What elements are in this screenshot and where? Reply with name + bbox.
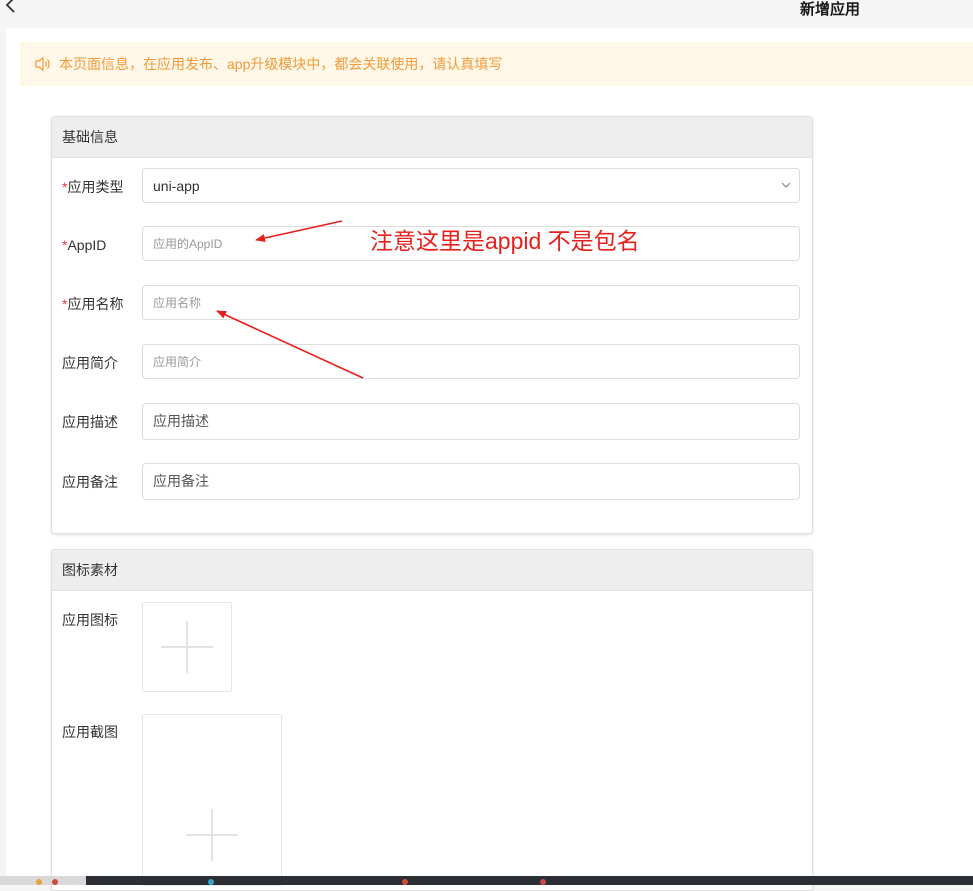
app-intro-input[interactable] — [143, 345, 783, 378]
taskbar-app-icon[interactable] — [402, 879, 408, 885]
notice-text: 本页面信息，在应用发布、app升级模块中，都会关联使用，请认真填写 — [59, 56, 503, 72]
chevron-down-icon — [781, 182, 791, 188]
plus-icon — [161, 621, 213, 673]
app-desc-input[interactable] — [143, 404, 783, 439]
app-intro-row: 应用简介 — [52, 344, 812, 382]
app-name-label: *应用名称 — [62, 296, 124, 312]
app-type-value: uni-app — [153, 178, 200, 194]
app-type-row: *应用类型 uni-app — [52, 168, 812, 206]
app-name-row: *应用名称 — [52, 285, 812, 323]
app-screenshot-upload[interactable] — [142, 714, 282, 886]
app-icon-upload[interactable] — [142, 602, 232, 692]
plus-icon — [186, 809, 238, 861]
top-bar: 新增应用 — [0, 0, 973, 26]
taskbar-app-icon[interactable] — [208, 879, 214, 885]
taskbar-app-icon[interactable] — [36, 879, 42, 885]
panel-title: 图标素材 — [52, 550, 812, 591]
app-desc-label: 应用描述 — [62, 414, 118, 430]
app-name-input[interactable] — [143, 286, 783, 319]
taskbar-app-icon[interactable] — [540, 879, 546, 885]
page-title: 新增应用 — [799, 1, 860, 18]
speaker-icon — [35, 56, 50, 72]
taskbar — [0, 876, 973, 885]
app-desc-field — [142, 403, 800, 440]
app-type-select[interactable]: uni-app — [142, 168, 800, 203]
taskbar-light-segment — [0, 876, 86, 885]
main-content: 本页面信息，在应用发布、app升级模块中，都会关联使用，请认真填写 基础信息 *… — [6, 28, 973, 891]
icon-material-panel: 图标素材 应用图标 应用截图 — [51, 549, 813, 891]
app-remark-label: 应用备注 — [62, 474, 118, 490]
app-intro-field — [142, 344, 800, 379]
notice-bar: 本页面信息，在应用发布、app升级模块中，都会关联使用，请认真填写 — [20, 42, 973, 86]
annotation-text: 注意这里是appid 不是包名 — [370, 228, 640, 254]
app-icon-label: 应用图标 — [62, 612, 118, 628]
app-remark-field — [142, 463, 800, 500]
chevron-left-icon — [5, 0, 15, 13]
panel-title: 基础信息 — [52, 117, 812, 158]
basic-info-panel: 基础信息 *应用类型 uni-app *AppID *应用名称 应用简介 — [51, 116, 813, 534]
app-remark-row: 应用备注 — [52, 463, 812, 501]
app-id-label: *AppID — [62, 237, 107, 253]
app-intro-label: 应用简介 — [62, 355, 118, 371]
back-button[interactable] — [2, 0, 20, 18]
taskbar-app-icon[interactable] — [52, 879, 58, 885]
app-name-field — [142, 285, 800, 320]
app-screenshot-label: 应用截图 — [62, 724, 118, 740]
app-remark-input[interactable] — [143, 464, 783, 499]
app-desc-row: 应用描述 — [52, 403, 812, 441]
app-type-label: *应用类型 — [62, 179, 124, 195]
